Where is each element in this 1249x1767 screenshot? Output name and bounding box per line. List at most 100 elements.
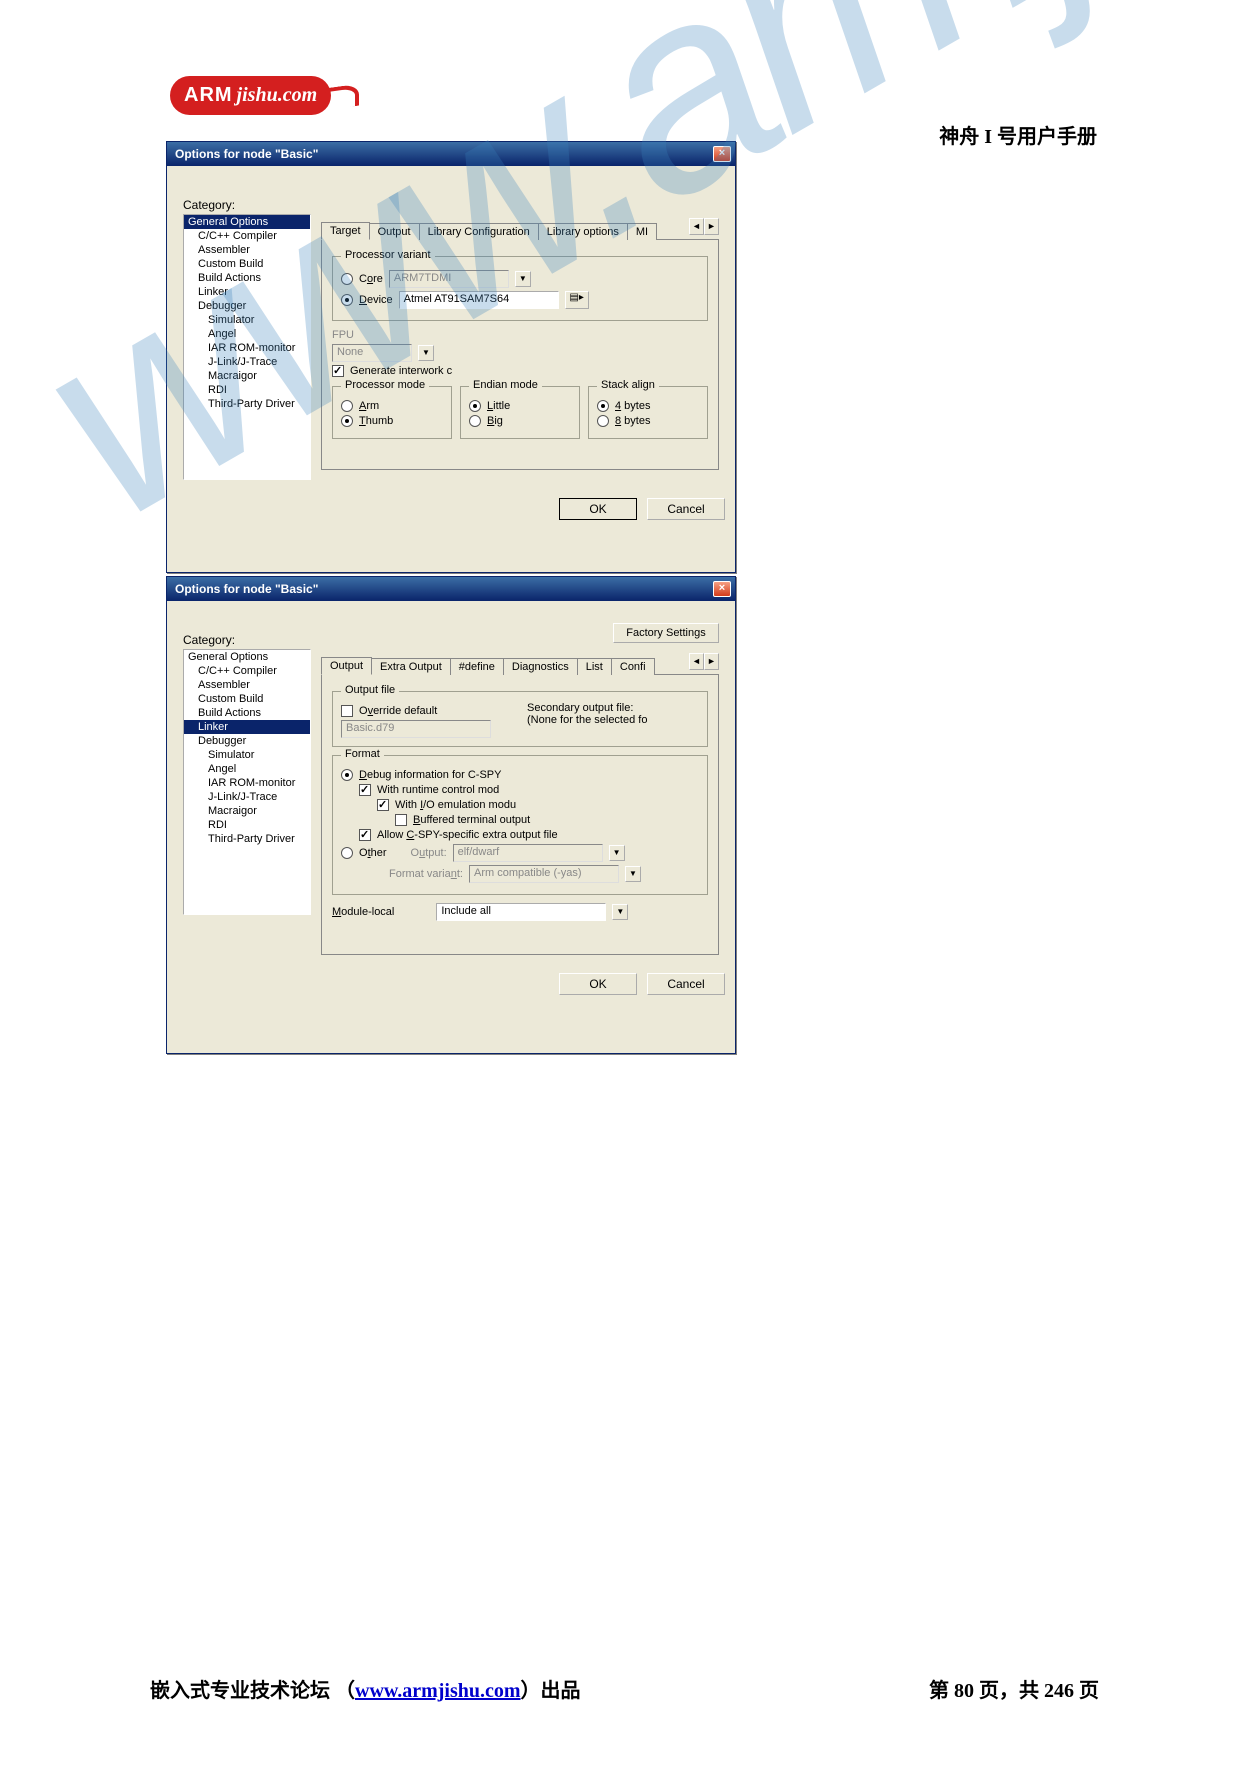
cat2-iar-rom[interactable]: IAR ROM-monitor	[184, 776, 310, 790]
cat2-custom-build[interactable]: Custom Build	[184, 692, 310, 706]
cancel-button-2[interactable]: Cancel	[647, 973, 725, 995]
endian-mode-group: Endian mode Little Big	[460, 386, 580, 439]
ok-button-2[interactable]: OK	[559, 973, 637, 995]
cat2-angel[interactable]: Angel	[184, 762, 310, 776]
tab-output[interactable]: Output	[369, 223, 420, 240]
allow-check[interactable]	[359, 829, 371, 841]
footer-left-2: ）出品	[521, 1680, 581, 1702]
category-list-2[interactable]: General Options C/C++ Compiler Assembler…	[183, 649, 311, 915]
output-fmt-label: Output:	[411, 847, 447, 859]
stack-align-legend: Stack align	[597, 379, 659, 391]
format-group: Format Debug information for C-SPY With …	[332, 755, 708, 895]
processor-variant-group: Processor variant Core ARM7TDMI ▼ Device	[332, 256, 708, 321]
generate-interwork-check[interactable]	[332, 365, 344, 377]
cat-custom-build[interactable]: Custom Build	[184, 257, 310, 271]
tab2-extra-output[interactable]: Extra Output	[371, 658, 451, 675]
page-footer: 嵌入式专业技术论坛 （www.armjishu.com）出品 第 80 页，共 …	[150, 1674, 1099, 1703]
override-check[interactable]	[341, 705, 353, 717]
tab-mi[interactable]: MI	[627, 223, 657, 240]
tab2-list[interactable]: List	[577, 658, 612, 675]
core-dropdown-icon: ▼	[515, 271, 531, 287]
tab2-diagnostics[interactable]: Diagnostics	[503, 658, 578, 675]
little-radio[interactable]	[469, 400, 481, 412]
core-value: ARM7TDMI	[389, 270, 509, 288]
cat2-third-party[interactable]: Third-Party Driver	[184, 832, 310, 846]
cat-angel[interactable]: Angel	[184, 327, 310, 341]
cat2-build-actions[interactable]: Build Actions	[184, 706, 310, 720]
tab2-config[interactable]: Confi	[611, 658, 655, 675]
cat2-debugger[interactable]: Debugger	[184, 734, 310, 748]
tab2-left-icon[interactable]: ◄	[689, 653, 704, 670]
thumb-radio[interactable]	[341, 415, 353, 427]
footer-link[interactable]: www.armjishu.com	[355, 1680, 521, 1702]
tab2-define[interactable]: #define	[450, 658, 504, 675]
cat-simulator[interactable]: Simulator	[184, 313, 310, 327]
cat2-simulator[interactable]: Simulator	[184, 748, 310, 762]
cat-general-options[interactable]: General Options	[184, 215, 310, 229]
stack-align-group: Stack align 4 bytes 8 bytes	[588, 386, 708, 439]
cat2-macraigor[interactable]: Macraigor	[184, 804, 310, 818]
cspy-radio[interactable]	[341, 769, 353, 781]
cancel-button-1[interactable]: Cancel	[647, 498, 725, 520]
core-radio[interactable]	[341, 273, 353, 285]
device-value[interactable]: Atmel AT91SAM7S64	[399, 291, 559, 309]
8bytes-label: 8 bytes	[615, 415, 650, 427]
output-file-value: Basic.d79	[341, 720, 491, 738]
site-logo: ARMjishu.com	[170, 76, 400, 126]
buffered-label: Buffered terminal output	[413, 814, 530, 826]
cat-iar-rom[interactable]: IAR ROM-monitor	[184, 341, 310, 355]
other-radio[interactable]	[341, 847, 353, 859]
device-radio[interactable]	[341, 294, 353, 306]
big-radio[interactable]	[469, 415, 481, 427]
tab-scroll-1[interactable]: ◄►	[689, 218, 719, 235]
module-local-value[interactable]: Include all	[436, 903, 606, 921]
cat-macraigor[interactable]: Macraigor	[184, 369, 310, 383]
4bytes-radio[interactable]	[597, 400, 609, 412]
generate-interwork-label: Generate interwork c	[350, 365, 452, 377]
output-file-legend: Output file	[341, 684, 399, 696]
module-local-label: Module-local	[332, 906, 394, 918]
cat2-assembler[interactable]: Assembler	[184, 678, 310, 692]
tab-lib-options[interactable]: Library options	[538, 223, 628, 240]
cat-linker[interactable]: Linker	[184, 285, 310, 299]
output-file-group: Output file Override default Basic.d79 S…	[332, 691, 708, 747]
logo-arm: ARM	[184, 84, 233, 106]
cat-assembler[interactable]: Assembler	[184, 243, 310, 257]
factory-settings-button[interactable]: Factory Settings	[613, 623, 719, 643]
tab-left-icon[interactable]: ◄	[689, 218, 704, 235]
ok-button-1[interactable]: OK	[559, 498, 637, 520]
cat-third-party[interactable]: Third-Party Driver	[184, 397, 310, 411]
buffered-check[interactable]	[395, 814, 407, 826]
runtime-check[interactable]	[359, 784, 371, 796]
tab-target[interactable]: Target	[321, 222, 370, 240]
logo-swoosh-icon	[325, 84, 359, 111]
cat-cpp-compiler[interactable]: C/C++ Compiler	[184, 229, 310, 243]
format-legend: Format	[341, 748, 384, 760]
cat2-general-options[interactable]: General Options	[184, 650, 310, 664]
category-list-1[interactable]: General Options C/C++ Compiler Assembler…	[183, 214, 311, 480]
cat-rdi[interactable]: RDI	[184, 383, 310, 397]
close-icon[interactable]: ×	[713, 146, 731, 162]
tab-right-icon[interactable]: ►	[704, 218, 719, 235]
fpu-value: None	[332, 344, 412, 362]
variant-label: Format variant:	[389, 868, 463, 880]
cat-debugger[interactable]: Debugger	[184, 299, 310, 313]
tab2-right-icon[interactable]: ►	[704, 653, 719, 670]
cat2-rdi[interactable]: RDI	[184, 818, 310, 832]
8bytes-radio[interactable]	[597, 415, 609, 427]
close-icon-2[interactable]: ×	[713, 581, 731, 597]
footer-page-number: 第 80 页，共 246 页	[929, 1674, 1099, 1703]
cat2-cpp-compiler[interactable]: C/C++ Compiler	[184, 664, 310, 678]
cat2-linker[interactable]: Linker	[184, 720, 310, 734]
arm-radio[interactable]	[341, 400, 353, 412]
cat2-jlink[interactable]: J-Link/J-Trace	[184, 790, 310, 804]
io-check[interactable]	[377, 799, 389, 811]
other-label: Other	[359, 847, 387, 859]
tab-lib-config[interactable]: Library Configuration	[419, 223, 539, 240]
cat-build-actions[interactable]: Build Actions	[184, 271, 310, 285]
variant-value: Arm compatible (-yas)	[469, 865, 619, 883]
tab2-output[interactable]: Output	[321, 657, 372, 675]
cat-jlink[interactable]: J-Link/J-Trace	[184, 355, 310, 369]
device-browse-icon[interactable]: ▤▸	[565, 291, 589, 309]
module-local-dropdown-icon[interactable]: ▼	[612, 904, 628, 920]
